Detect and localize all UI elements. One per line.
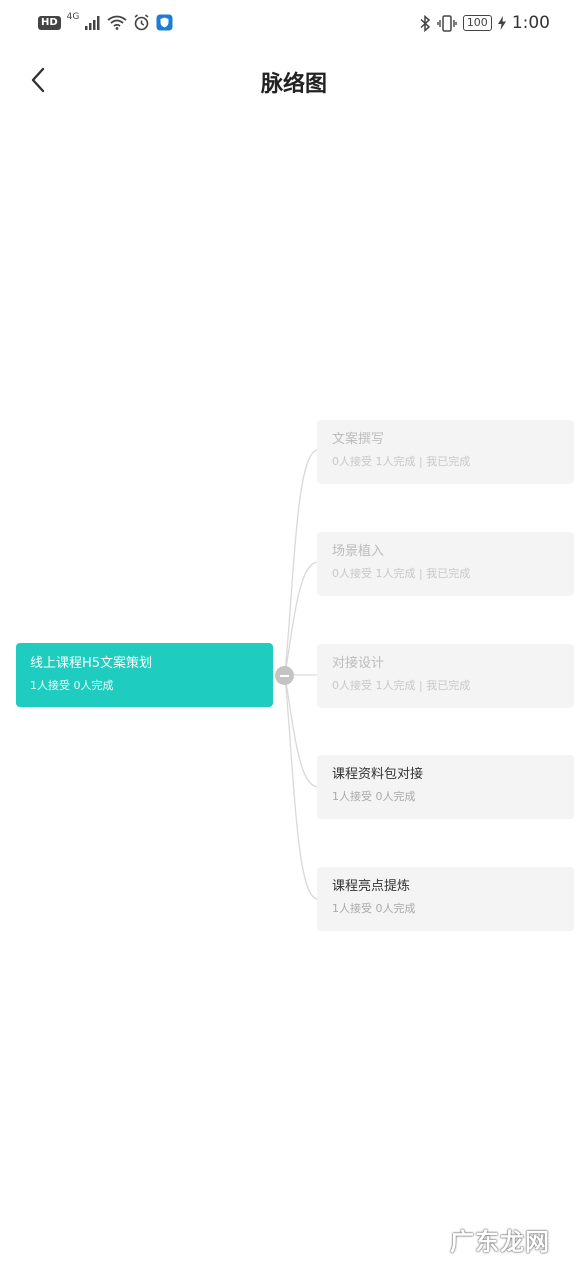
child-node-design[interactable]: 对接设计 0人接受 1人完成 | 我已完成 <box>317 644 574 708</box>
child-node-scene[interactable]: 场景植入 0人接受 1人完成 | 我已完成 <box>317 532 574 596</box>
child-node-title: 课程资料包对接 <box>332 767 424 782</box>
connector-2 <box>284 561 318 676</box>
status-bar: HD 4G 100 1:00 <box>0 0 588 50</box>
battery-indicator: 100 <box>462 15 492 31</box>
status-left: HD 4G <box>38 12 173 31</box>
shield-icon <box>156 14 173 31</box>
connector-5 <box>284 674 318 900</box>
connector-1 <box>284 449 318 676</box>
status-right: 100 1:00 <box>419 13 550 33</box>
collapse-toggle-button[interactable] <box>275 666 294 685</box>
page-title: 脉络图 <box>260 72 327 97</box>
network-type: 4G <box>66 12 80 22</box>
child-node-stats: 1人接受 0人完成 <box>332 902 416 915</box>
bluetooth-icon <box>420 14 430 32</box>
hd-badge: HD <box>38 15 61 30</box>
child-node-stats: 0人接受 1人完成 | 我已完成 <box>332 679 471 692</box>
clock-time: 1:00 <box>511 13 550 33</box>
child-node-stats: 0人接受 1人完成 | 我已完成 <box>332 455 471 468</box>
charging-icon <box>497 16 506 30</box>
child-node-title: 文案撰写 <box>332 432 385 447</box>
root-node[interactable]: 线上课程H5文案策划 1人接受 0人完成 <box>16 643 273 707</box>
signal-icon <box>85 15 100 30</box>
watermark: 广东龙网 <box>450 1228 550 1256</box>
child-node-title: 对接设计 <box>332 656 385 671</box>
vibrate-icon <box>437 14 457 32</box>
child-node-materials[interactable]: 课程资料包对接 1人接受 0人完成 <box>317 755 574 819</box>
root-node-stats: 1人接受 0人完成 <box>30 679 114 692</box>
child-node-title: 课程亮点提炼 <box>332 879 411 894</box>
nav-bar: 脉络图 <box>0 55 588 105</box>
connector-4 <box>284 674 318 788</box>
child-node-stats: 0人接受 1人完成 | 我已完成 <box>332 567 471 580</box>
alarm-icon <box>134 14 149 31</box>
child-node-highlights[interactable]: 课程亮点提炼 1人接受 0人完成 <box>317 867 574 931</box>
root-node-title: 线上课程H5文案策划 <box>30 656 153 671</box>
wifi-icon <box>107 15 127 30</box>
child-node-stats: 1人接受 0人完成 <box>332 790 416 803</box>
child-node-title: 场景植入 <box>332 544 385 559</box>
mindmap-connectors <box>284 449 318 900</box>
child-node-copywriting[interactable]: 文案撰写 0人接受 1人完成 | 我已完成 <box>317 420 574 484</box>
